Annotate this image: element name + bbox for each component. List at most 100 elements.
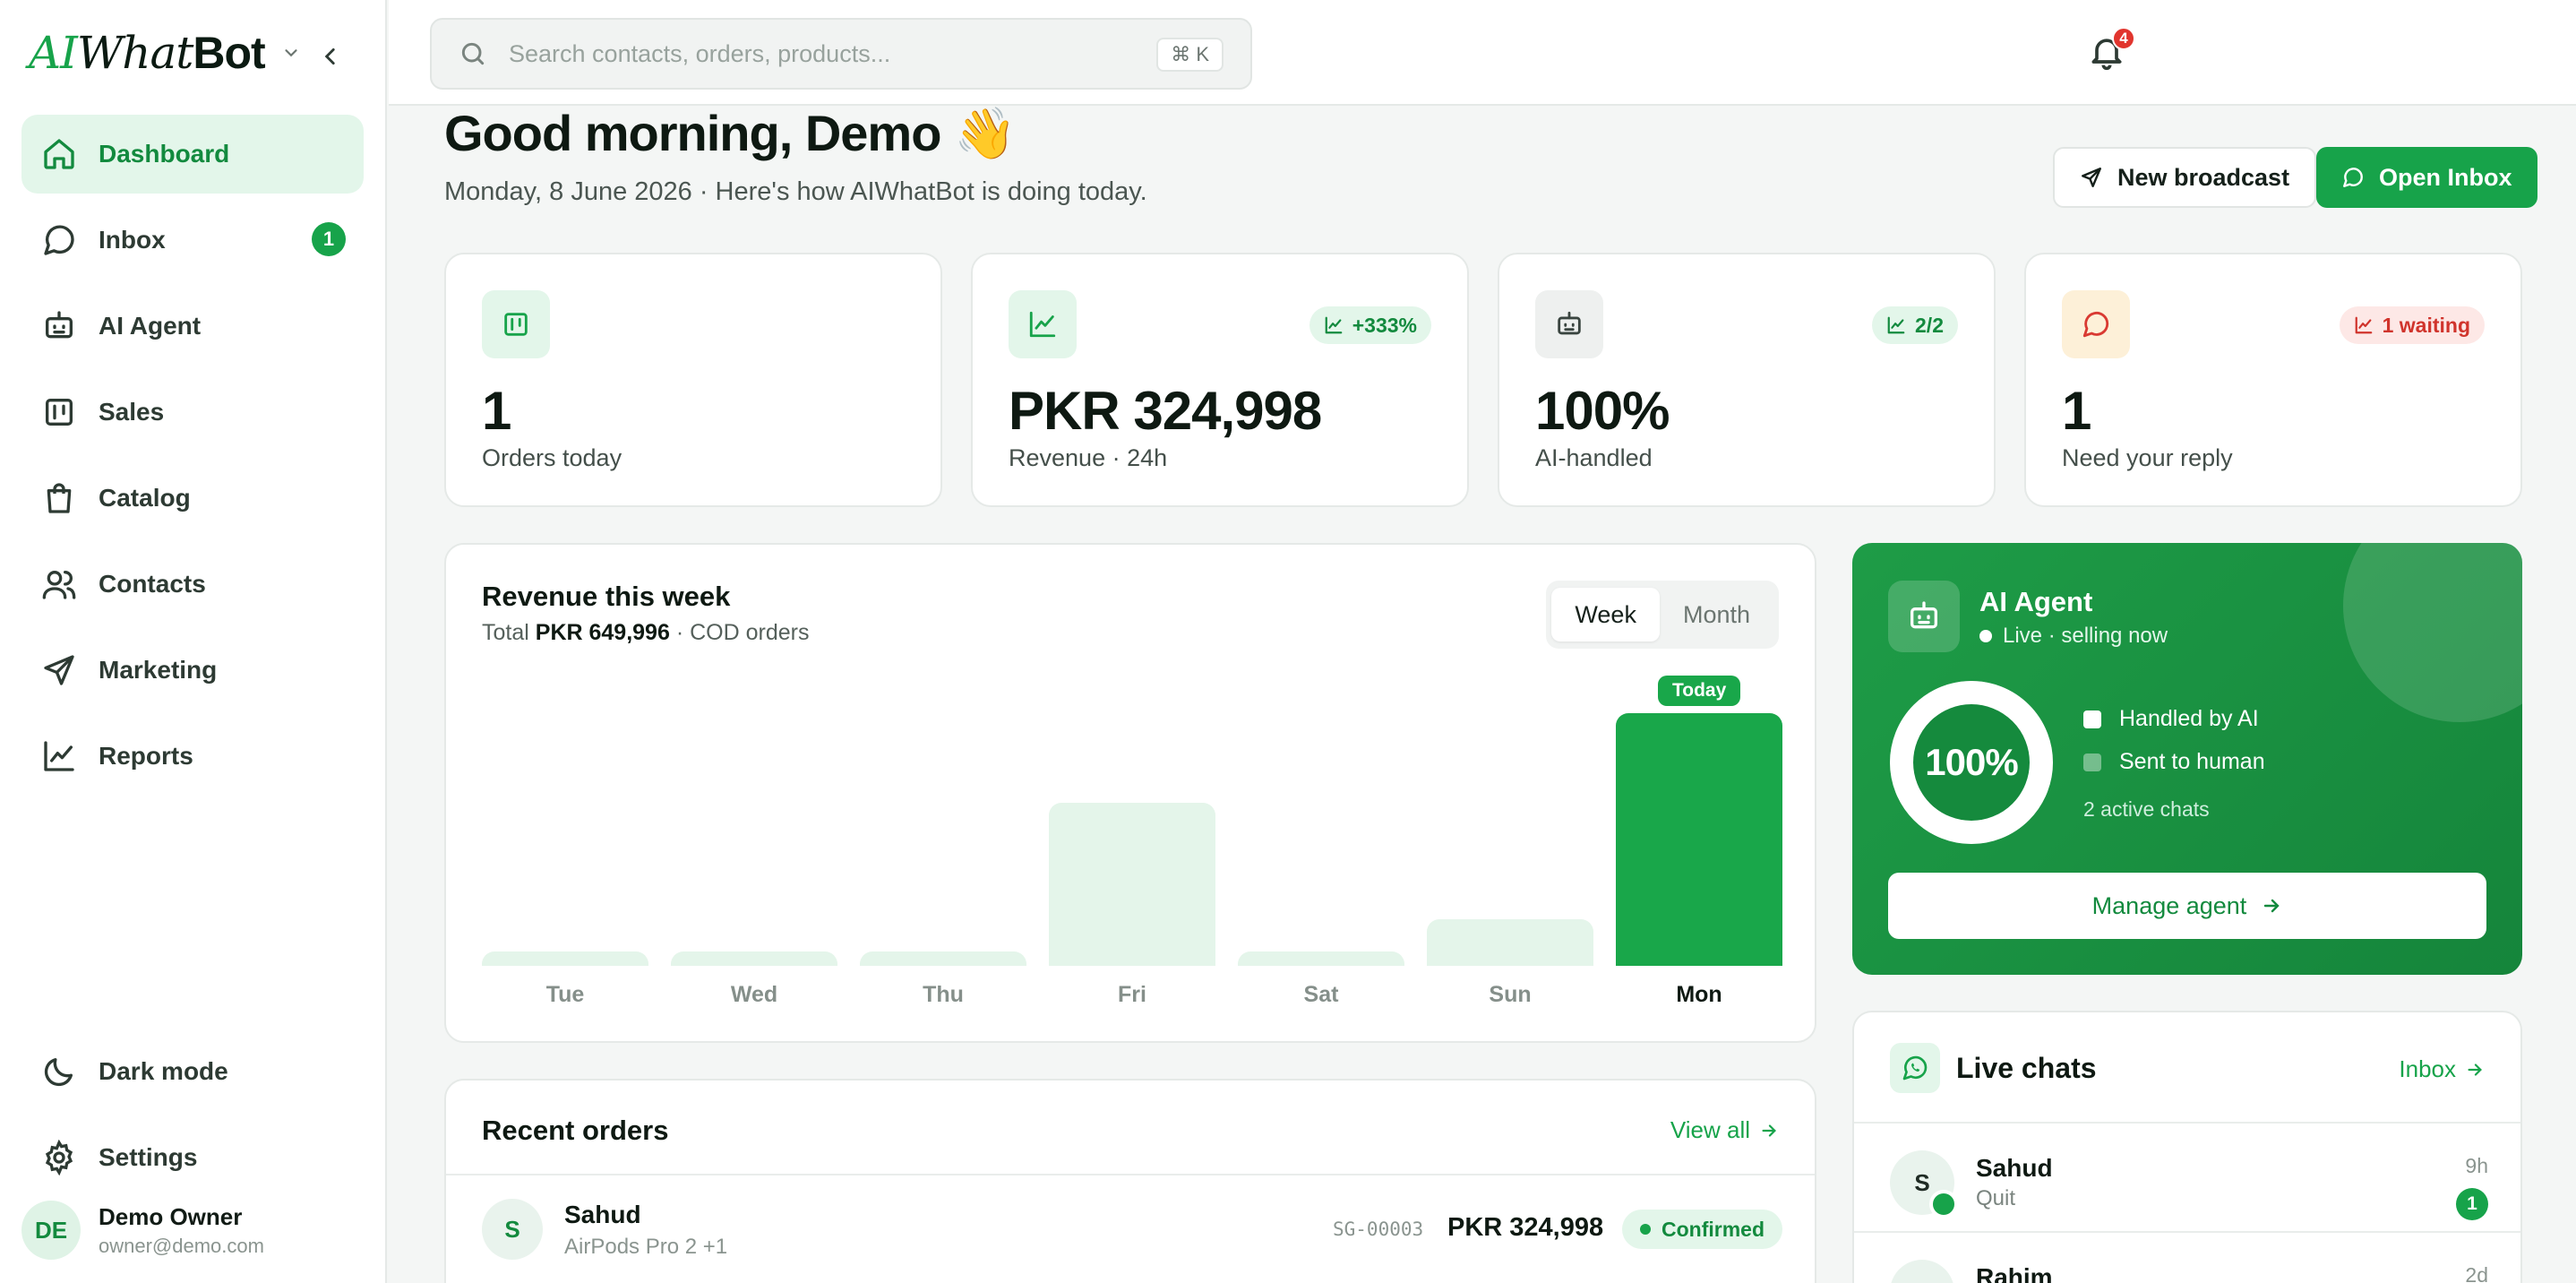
x-tick-label: Thu xyxy=(923,982,964,1007)
sidebar-item-reports[interactable]: Reports xyxy=(21,717,364,796)
decorative-circle xyxy=(2343,543,2522,722)
divider xyxy=(1854,1231,2520,1233)
search-shortcut-hint: ⌘ K xyxy=(1156,38,1224,72)
search-input[interactable] xyxy=(509,39,1136,68)
divider xyxy=(446,1174,1815,1175)
search-icon xyxy=(461,42,485,65)
x-tick-label: Wed xyxy=(730,982,778,1007)
table-row[interactable]: S Sahud AirPods Pro 2 +1 SG-00003 PKR 32… xyxy=(482,1195,1782,1267)
chevron-down-icon xyxy=(285,49,297,57)
sidebar-item-marketing[interactable]: Marketing xyxy=(21,631,364,710)
user-profile[interactable]: DE Demo Owner owner@demo.com xyxy=(21,1201,264,1260)
stat-card-revenue: +333% PKR 324,998 Revenue · 24h xyxy=(971,253,1469,507)
dark-mode-toggle[interactable]: Dark mode xyxy=(21,1032,364,1111)
list-item[interactable]: S Sahud Quit 9h 1 xyxy=(1890,1143,2488,1233)
sidebar-item-settings[interactable]: Settings xyxy=(21,1118,364,1197)
x-tick-label: Tue xyxy=(545,982,585,1007)
chat-bubble-icon xyxy=(2082,312,2109,338)
x-tick-label: Sat xyxy=(1303,982,1339,1007)
last-message: Quit xyxy=(1976,1186,2016,1210)
stat-value: 1 xyxy=(482,381,511,441)
avatar: S xyxy=(482,1199,543,1260)
stat-label: Need your reply xyxy=(2062,444,2233,471)
search-box[interactable]: ⌘ K xyxy=(430,18,1252,90)
status-badge: Confirmed xyxy=(1622,1210,1782,1249)
section-title: Recent orders xyxy=(482,1115,669,1146)
sidebar-item-label: AI Agent xyxy=(99,312,202,340)
sidebar-item-label: Reports xyxy=(99,742,193,770)
manage-agent-button[interactable]: Manage agent xyxy=(1888,873,2486,939)
stat-value: 1 xyxy=(2062,381,2091,441)
top-bar: ⌘ K xyxy=(389,0,2576,106)
sales-icon xyxy=(46,399,73,426)
settings-label: Settings xyxy=(99,1143,198,1171)
list-item[interactable]: R Rahim 2d xyxy=(1890,1253,2488,1283)
avatar: DE xyxy=(21,1201,81,1260)
toggle-week[interactable]: Week xyxy=(1551,588,1660,642)
recent-orders-card: Recent orders View all S Sahud AirPods P… xyxy=(444,1079,1816,1283)
chart-subtitle: Total PKR 649,996 · COD orders xyxy=(482,620,810,645)
sidebar-item-contacts[interactable]: Contacts xyxy=(21,545,364,624)
stat-label: Revenue · 24h xyxy=(1009,444,1168,471)
stat-card-orders: 1 Orders today xyxy=(444,253,942,507)
chat-bubble-icon xyxy=(2343,168,2363,187)
page-title: Good morning, Demo 👋 xyxy=(444,105,1017,161)
chart-bar-mon[interactable] xyxy=(1616,713,1782,966)
sidebar-item-label: Marketing xyxy=(99,656,218,684)
user-name: Demo Owner xyxy=(99,1202,243,1230)
chart-bar-sun[interactable] xyxy=(1427,919,1593,966)
inbox-link[interactable]: Inbox xyxy=(2399,1055,2485,1083)
brand-logo: AIWhatBot xyxy=(29,27,266,79)
shopping-bag-icon xyxy=(47,483,72,513)
arrow-right-icon xyxy=(2468,1063,2482,1076)
stat-label: AI-handled xyxy=(1535,444,1653,471)
avatar: R xyxy=(1890,1260,1954,1283)
trend-up-icon xyxy=(1887,316,1905,334)
new-broadcast-button[interactable]: New broadcast xyxy=(2053,147,2317,208)
view-all-link[interactable]: View all xyxy=(1670,1116,1779,1144)
sidebar-item-dashboard[interactable]: Dashboard xyxy=(21,115,364,194)
sidebar-item-label: Inbox xyxy=(99,226,166,254)
sidebar-item-label: Contacts xyxy=(99,570,206,598)
x-tick-label: Sun xyxy=(1489,982,1532,1007)
whatsapp-icon xyxy=(1902,1055,1928,1081)
arrow-right-icon xyxy=(2264,899,2280,913)
legend-ai: Handled by AI xyxy=(2083,706,2259,732)
chart-bar-thu[interactable] xyxy=(860,951,1026,966)
divider xyxy=(1854,1122,2520,1124)
trend-up-icon xyxy=(1325,316,1343,334)
stat-card-need-reply: 1 waiting 1 Need your reply xyxy=(2024,253,2522,507)
line-chart-icon xyxy=(44,741,74,771)
stat-value: PKR 324,998 xyxy=(1009,381,1322,441)
collapse-sidebar-icon[interactable] xyxy=(319,43,342,70)
sidebar: AIWhatBot Dashboard Inbox 1 AI Agent Sal… xyxy=(0,0,387,1283)
revenue-chart-card: Revenue this week Total PKR 649,996 · CO… xyxy=(444,543,1816,1043)
ratio-badge: 2/2 xyxy=(1872,306,1958,344)
x-tick-label: Mon xyxy=(1676,982,1722,1007)
inbox-count-badge: 1 xyxy=(312,222,346,256)
sidebar-item-label: Sales xyxy=(99,398,165,426)
dark-mode-label: Dark mode xyxy=(99,1057,228,1085)
sidebar-item-sales[interactable]: Sales xyxy=(21,373,364,452)
moon-icon xyxy=(44,1058,73,1087)
chart-bar-sat[interactable] xyxy=(1238,951,1404,966)
trend-badge: +333% xyxy=(1309,306,1431,344)
x-tick-label: Fri xyxy=(1118,982,1146,1007)
contact-name: Rahim xyxy=(1976,1263,2053,1283)
sidebar-item-inbox[interactable]: Inbox 1 xyxy=(21,201,364,280)
chart-bar-tue[interactable] xyxy=(482,951,648,966)
chat-time: 9h xyxy=(2465,1154,2488,1177)
sidebar-item-label: Dashboard xyxy=(99,140,230,168)
users-icon xyxy=(42,571,76,599)
open-inbox-button[interactable]: Open Inbox xyxy=(2316,147,2537,208)
chart-bar-wed[interactable] xyxy=(671,951,837,966)
sidebar-item-catalog[interactable]: Catalog xyxy=(21,459,364,538)
brand-switcher[interactable]: AIWhatBot xyxy=(29,27,301,79)
send-icon xyxy=(44,655,74,685)
chart-bar-fri[interactable] xyxy=(1049,803,1215,966)
sidebar-item-ai-agent[interactable]: AI Agent xyxy=(21,287,364,366)
toggle-month[interactable]: Month xyxy=(1660,588,1773,642)
order-id: SG-00003 xyxy=(1333,1218,1424,1240)
stat-card-ai-handled: 2/2 100% AI-handled xyxy=(1498,253,1996,507)
chat-bubble-icon xyxy=(44,225,74,255)
